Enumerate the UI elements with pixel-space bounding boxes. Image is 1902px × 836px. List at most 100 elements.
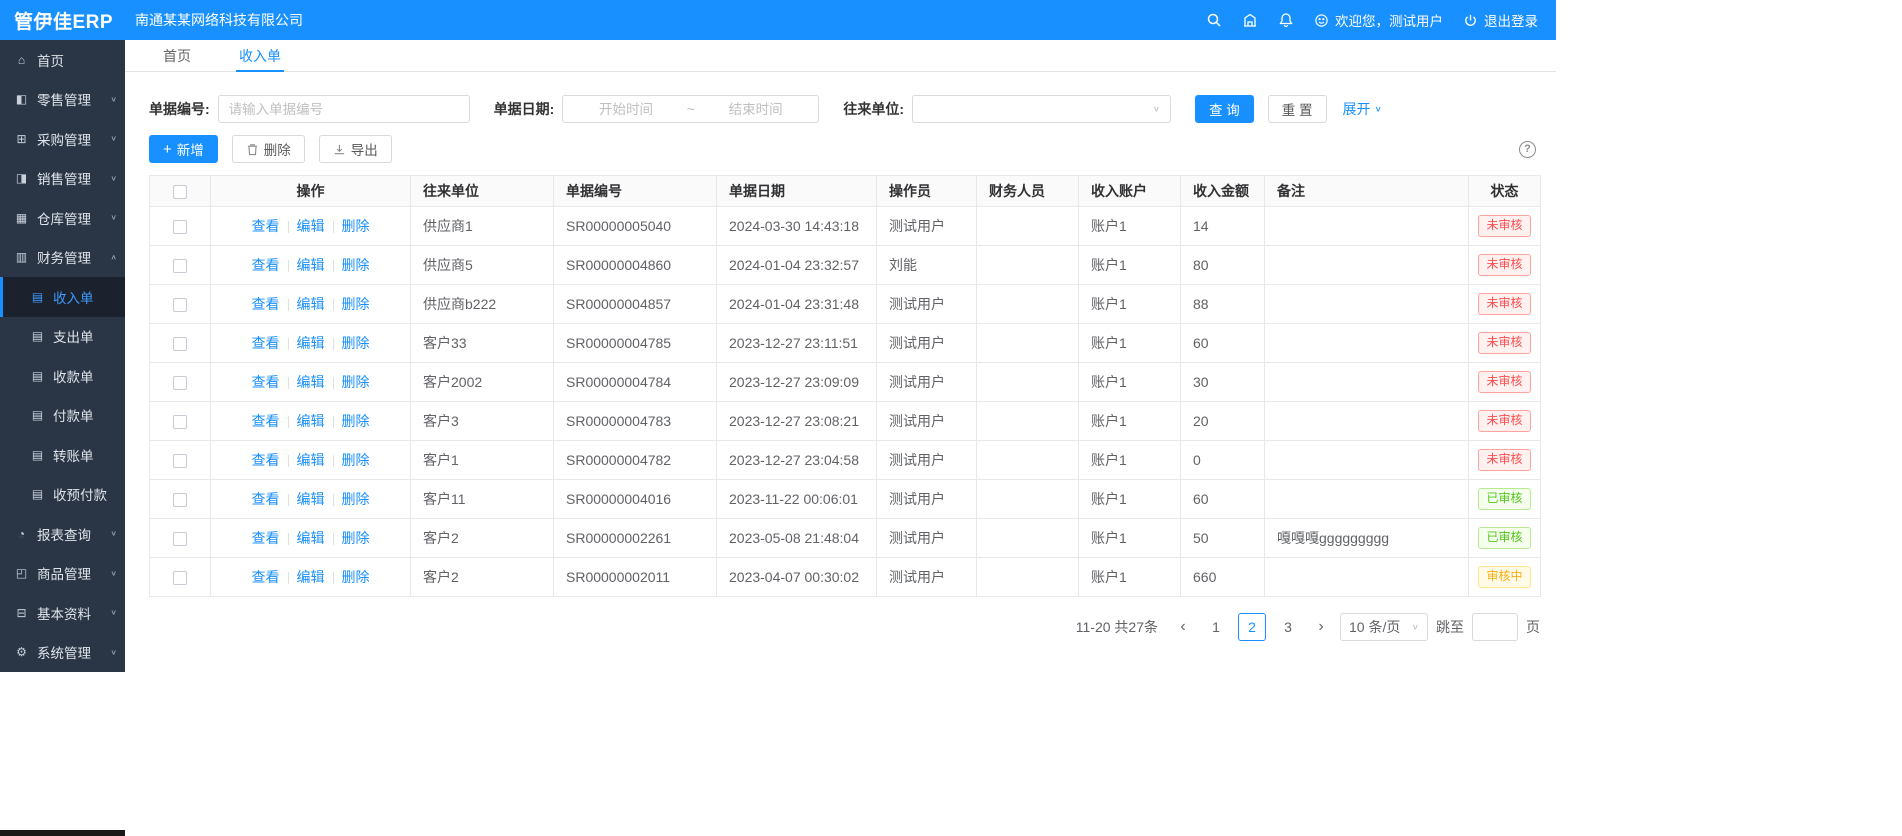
view-link[interactable]: 查看 <box>252 296 280 312</box>
row-checkbox[interactable] <box>173 532 187 546</box>
view-link[interactable]: 查看 <box>252 452 280 468</box>
search-button[interactable]: 查 询 <box>1195 95 1254 123</box>
cell-operator: 测试用户 <box>877 324 977 363</box>
row-checkbox[interactable] <box>173 259 187 273</box>
partner-select[interactable]: ∨ <box>912 95 1171 123</box>
sidebar-item-finance[interactable]: ▥财务管理∧ <box>0 238 125 278</box>
edit-link[interactable]: 编辑 <box>297 335 325 351</box>
sidebar-item-home[interactable]: ⌂首页 <box>0 40 125 80</box>
sidebar-item-payment[interactable]: ▤付款单 <box>0 396 125 436</box>
row-checkbox[interactable] <box>173 454 187 468</box>
sidebar-item-purchase[interactable]: ⊞采购管理∨ <box>0 119 125 159</box>
vertical-divider <box>333 533 334 545</box>
sidebar-item-advance[interactable]: ▤收预付款 <box>0 475 125 515</box>
vertical-divider <box>288 494 289 506</box>
page-size-select[interactable]: 10 条/页 ∨ <box>1340 613 1428 641</box>
column-header-8: 备注 <box>1265 176 1469 207</box>
edit-link[interactable]: 编辑 <box>297 491 325 507</box>
view-link[interactable]: 查看 <box>252 413 280 429</box>
row-checkbox[interactable] <box>173 220 187 234</box>
view-link[interactable]: 查看 <box>252 218 280 234</box>
delete-link[interactable]: 删除 <box>342 452 370 468</box>
sidebar-bottom-bar <box>0 830 125 836</box>
delete-link[interactable]: 删除 <box>342 335 370 351</box>
delete-link[interactable]: 删除 <box>342 257 370 273</box>
sidebar-item-expense[interactable]: ▤支出单 <box>0 317 125 357</box>
search-icon[interactable] <box>1206 12 1222 28</box>
sidebar-item-report[interactable]: ◔报表查询∨ <box>0 514 125 554</box>
tab-income[interactable]: 收入单 <box>236 40 284 71</box>
home-building-icon[interactable] <box>1242 12 1258 28</box>
cell-operator: 测试用户 <box>877 441 977 480</box>
sidebar-item-retail[interactable]: ◧零售管理∨ <box>0 80 125 120</box>
edit-link[interactable]: 编辑 <box>297 530 325 546</box>
delete-button[interactable]: 删除 <box>232 135 305 163</box>
report-icon: ◔ <box>14 527 29 541</box>
edit-link[interactable]: 编辑 <box>297 374 325 390</box>
sidebar-item-system[interactable]: ⚙系统管理∨ <box>0 633 125 673</box>
delete-link[interactable]: 删除 <box>342 374 370 390</box>
vertical-divider <box>333 455 334 467</box>
add-button[interactable]: + 新增 <box>149 135 218 163</box>
cell-date: 2023-12-27 23:11:51 <box>717 324 877 363</box>
welcome-user[interactable]: 欢迎您，测试用户 <box>1314 10 1443 30</box>
logout-button[interactable]: 退出登录 <box>1463 10 1538 30</box>
page-button-2[interactable]: 2 <box>1238 613 1266 641</box>
actions-cell: 查看 编辑 删除 <box>211 324 411 363</box>
sidebar-item-income[interactable]: ▤收入单 <box>0 277 125 317</box>
export-button[interactable]: 导出 <box>319 135 392 163</box>
bell-icon[interactable] <box>1278 12 1294 28</box>
chevron-down-icon: ∨ <box>110 648 117 657</box>
prev-page-button[interactable]: ‹ <box>1172 613 1194 641</box>
sidebar-item-basic[interactable]: ⊟基本资料∨ <box>0 593 125 633</box>
tab-bar: 首页 收入单 <box>125 40 1556 72</box>
edit-link[interactable]: 编辑 <box>297 569 325 585</box>
edit-link[interactable]: 编辑 <box>297 218 325 234</box>
row-checkbox[interactable] <box>173 415 187 429</box>
reset-button[interactable]: 重 置 <box>1268 95 1327 123</box>
delete-link[interactable]: 删除 <box>342 296 370 312</box>
view-link[interactable]: 查看 <box>252 491 280 507</box>
jump-page-input[interactable] <box>1472 613 1518 641</box>
row-checkbox[interactable] <box>173 337 187 351</box>
sidebar-item-sales[interactable]: ◨销售管理∨ <box>0 159 125 199</box>
edit-link[interactable]: 编辑 <box>297 413 325 429</box>
next-page-button[interactable]: › <box>1310 613 1332 641</box>
delete-link[interactable]: 删除 <box>342 413 370 429</box>
expand-link[interactable]: 展开 ∨ <box>1343 99 1382 119</box>
page-button-1[interactable]: 1 <box>1202 613 1230 641</box>
select-all-checkbox[interactable] <box>173 185 187 199</box>
date-end-input[interactable] <box>699 102 812 117</box>
date-range-picker[interactable]: ~ <box>562 95 819 123</box>
cell-partner: 客户3 <box>411 402 554 441</box>
view-link[interactable]: 查看 <box>252 257 280 273</box>
date-start-input[interactable] <box>569 102 682 117</box>
edit-link[interactable]: 编辑 <box>297 296 325 312</box>
delete-link[interactable]: 删除 <box>342 530 370 546</box>
tab-home[interactable]: 首页 <box>160 40 194 71</box>
bill-no-input[interactable] <box>218 95 470 123</box>
sidebar: ⌂首页◧零售管理∨⊞采购管理∨◨销售管理∨▦仓库管理∨▥财务管理∧▤收入单▤支出… <box>0 40 125 672</box>
row-checkbox[interactable] <box>173 571 187 585</box>
delete-link[interactable]: 删除 <box>342 569 370 585</box>
view-link[interactable]: 查看 <box>252 530 280 546</box>
row-checkbox[interactable] <box>173 376 187 390</box>
sidebar-item-warehouse[interactable]: ▦仓库管理∨ <box>0 198 125 238</box>
help-icon[interactable]: ? <box>1519 141 1536 158</box>
table-row: 查看编辑删除供应商b222SR000000048572024-01-04 23:… <box>150 285 1541 324</box>
view-link[interactable]: 查看 <box>252 569 280 585</box>
edit-link[interactable]: 编辑 <box>297 257 325 273</box>
row-checkbox[interactable] <box>173 298 187 312</box>
sidebar-item-goods[interactable]: ◰商品管理∨ <box>0 554 125 594</box>
delete-link[interactable]: 删除 <box>342 218 370 234</box>
edit-link[interactable]: 编辑 <box>297 452 325 468</box>
vertical-divider <box>288 221 289 233</box>
view-link[interactable]: 查看 <box>252 335 280 351</box>
sidebar-item-transfer[interactable]: ▤转账单 <box>0 435 125 475</box>
page-button-3[interactable]: 3 <box>1274 613 1302 641</box>
delete-link[interactable]: 删除 <box>342 491 370 507</box>
checkbox-cell <box>150 558 211 597</box>
view-link[interactable]: 查看 <box>252 374 280 390</box>
row-checkbox[interactable] <box>173 493 187 507</box>
sidebar-item-receipt[interactable]: ▤收款单 <box>0 356 125 396</box>
